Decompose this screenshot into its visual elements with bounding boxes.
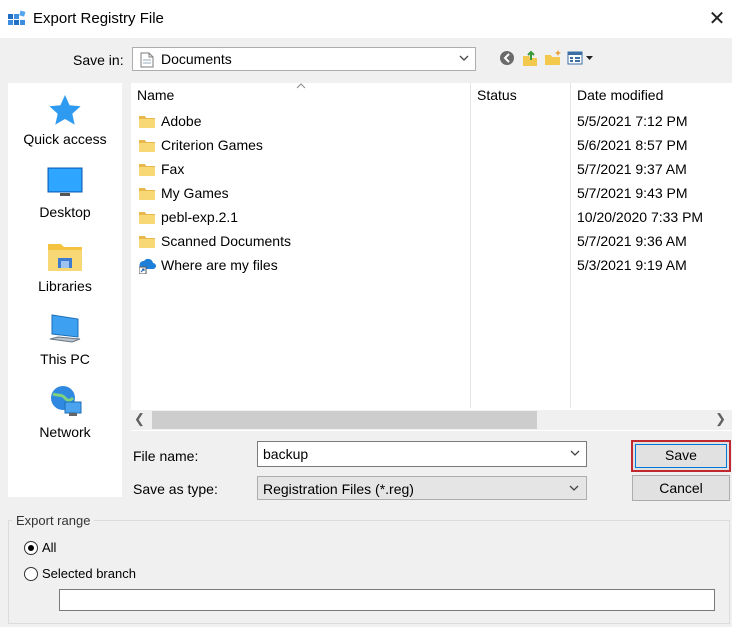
scroll-left-icon[interactable]: ❮ bbox=[134, 411, 145, 427]
radio-selected-branch[interactable] bbox=[24, 567, 38, 581]
file-row[interactable]: Fax 5/7/2021 9:37 AM bbox=[131, 157, 732, 181]
file-list[interactable]: Name Status Date modified Adobe 5/5/2021… bbox=[131, 83, 732, 431]
file-name: Fax bbox=[161, 161, 185, 177]
cancel-button[interactable]: Cancel bbox=[632, 475, 730, 501]
file-name: Scanned Documents bbox=[161, 233, 291, 249]
cloud-shortcut-icon bbox=[139, 258, 156, 274]
file-row[interactable]: My Games 5/7/2021 9:43 PM bbox=[131, 181, 732, 205]
save-in-dropdown[interactable]: Documents bbox=[132, 47, 476, 71]
view-menu-icon[interactable] bbox=[566, 48, 596, 68]
places-bar: Quick access Desktop Libraries This PC N… bbox=[8, 83, 122, 497]
save-as-type-dropdown[interactable]: Registration Files (*.reg) bbox=[257, 476, 587, 500]
network-icon bbox=[51, 386, 82, 416]
selected-branch-input[interactable] bbox=[59, 589, 715, 611]
sort-ascending-icon bbox=[296, 83, 306, 89]
folder-icon bbox=[139, 164, 155, 176]
file-date: 10/20/2020 7:33 PM bbox=[577, 209, 704, 225]
column-header-status[interactable]: Status bbox=[477, 87, 517, 103]
radio-selected-branch-label[interactable]: Selected branch bbox=[42, 566, 136, 581]
registry-app-icon bbox=[8, 10, 26, 25]
file-date: 5/6/2021 8:57 PM bbox=[577, 137, 688, 153]
place-desktop[interactable]: Desktop bbox=[8, 166, 122, 220]
save-as-type-label: Save as type: bbox=[133, 481, 218, 497]
save-as-type-value: Registration Files (*.reg) bbox=[263, 481, 414, 497]
column-header-name[interactable]: Name bbox=[137, 87, 174, 103]
file-date: 5/5/2021 7:12 PM bbox=[577, 113, 688, 129]
chevron-down-icon bbox=[459, 55, 469, 61]
file-name-label: File name: bbox=[133, 448, 199, 464]
export-range-label: Export range bbox=[12, 513, 95, 528]
file-row[interactable]: Scanned Documents 5/7/2021 9:36 AM bbox=[131, 229, 732, 253]
file-date: 5/7/2021 9:36 AM bbox=[577, 233, 687, 249]
place-label: Network bbox=[39, 424, 91, 440]
file-name: Criterion Games bbox=[161, 137, 263, 153]
radio-all[interactable] bbox=[24, 541, 38, 555]
horizontal-scrollbar[interactable]: ❮ ❯ bbox=[131, 410, 732, 430]
new-folder-icon[interactable] bbox=[543, 48, 563, 68]
window-title: Export Registry File bbox=[33, 10, 164, 27]
up-folder-icon[interactable] bbox=[520, 48, 540, 68]
file-date: 5/7/2021 9:43 PM bbox=[577, 185, 688, 201]
folder-icon bbox=[139, 188, 155, 200]
save-button[interactable]: Save bbox=[631, 440, 731, 472]
folder-icon bbox=[139, 140, 155, 152]
file-row[interactable]: pebl-exp.2.1 10/20/2020 7:33 PM bbox=[131, 205, 732, 229]
place-libraries[interactable]: Libraries bbox=[8, 238, 122, 294]
file-row[interactable]: Adobe 5/5/2021 7:12 PM bbox=[131, 109, 732, 133]
file-name-input[interactable] bbox=[257, 441, 587, 467]
libraries-icon bbox=[48, 244, 82, 271]
desktop-icon bbox=[47, 167, 83, 196]
file-date: 5/3/2021 9:19 AM bbox=[577, 257, 687, 273]
save-in-value: Documents bbox=[161, 51, 232, 67]
folder-icon bbox=[139, 236, 155, 248]
close-button[interactable]: ✕ bbox=[704, 6, 730, 32]
computer-icon bbox=[49, 314, 81, 343]
file-row[interactable]: Criterion Games 5/6/2021 8:57 PM bbox=[131, 133, 732, 157]
back-icon[interactable] bbox=[497, 48, 517, 68]
radio-all-label[interactable]: All bbox=[42, 540, 56, 555]
place-this-pc[interactable]: This PC bbox=[8, 311, 122, 367]
star-icon bbox=[49, 95, 81, 125]
file-name: pebl-exp.2.1 bbox=[161, 209, 239, 225]
place-quick-access[interactable]: Quick access bbox=[8, 93, 122, 147]
column-header-date[interactable]: Date modified bbox=[577, 87, 663, 103]
file-row[interactable]: Where are my files 5/3/2021 9:19 AM bbox=[131, 253, 732, 277]
place-label: This PC bbox=[40, 351, 90, 367]
file-name: Where are my files bbox=[161, 257, 278, 273]
folder-icon bbox=[139, 212, 155, 224]
chevron-down-icon[interactable] bbox=[568, 446, 582, 460]
place-label: Libraries bbox=[38, 278, 92, 294]
file-name: My Games bbox=[161, 185, 229, 201]
chevron-down-icon bbox=[569, 485, 579, 491]
save-in-label: Save in: bbox=[73, 52, 124, 68]
documents-icon bbox=[140, 52, 154, 68]
folder-icon bbox=[139, 116, 155, 128]
place-network[interactable]: Network bbox=[8, 384, 122, 440]
file-date: 5/7/2021 9:37 AM bbox=[577, 161, 687, 177]
file-name: Adobe bbox=[161, 113, 202, 129]
scroll-right-icon[interactable]: ❯ bbox=[715, 411, 726, 427]
place-label: Desktop bbox=[39, 204, 91, 220]
place-label: Quick access bbox=[23, 131, 107, 147]
focus-ring bbox=[635, 444, 727, 468]
scrollbar-thumb[interactable] bbox=[152, 411, 537, 429]
